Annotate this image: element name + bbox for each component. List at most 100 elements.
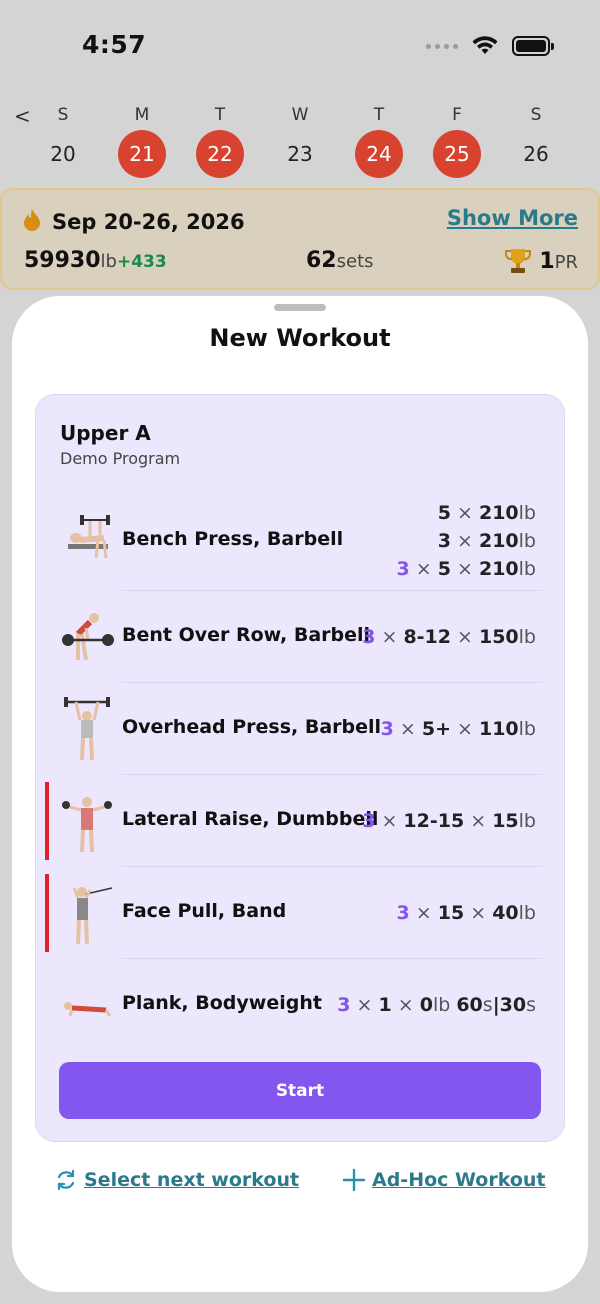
exercise-row[interactable]: Bench Press, Barbell 5 × 210lb 3 × 210lb 3 …	[36, 491, 566, 591]
day-3[interactable]: W 23	[270, 100, 330, 178]
rest-time: 30	[499, 994, 527, 1016]
ad-hoc-workout-link[interactable]: Ad-Hoc Workout	[342, 1168, 546, 1192]
day-letter: T	[214, 105, 226, 125]
set-weight: 210	[478, 502, 519, 524]
exercise-name: Bench Press, Barbell	[122, 528, 344, 550]
exercise-illustration-icon	[60, 788, 114, 854]
day-number: 25	[433, 130, 481, 178]
chevron-left-icon[interactable]: <	[14, 104, 31, 128]
ad-hoc-workout-label: Ad-Hoc Workout	[372, 1169, 546, 1191]
attention-flag-bar	[45, 874, 49, 952]
day-number: 23	[287, 142, 313, 166]
set-weight: 210	[478, 530, 519, 552]
set-count: 3	[380, 718, 394, 740]
exercise-name: Lateral Raise, Dumbbell	[122, 808, 379, 830]
set-weight: 40	[492, 902, 519, 924]
set-reps: 5+	[421, 718, 451, 740]
trophy-icon	[505, 249, 532, 273]
week-strip: < S 20 M 21 T 22 W 23 T 24 F 25 S 26	[0, 100, 600, 186]
new-workout-sheet: New Workout Upper A Demo Program Bench P…	[12, 296, 588, 1292]
cellular-signal-icon	[426, 43, 458, 49]
work-time-unit: s	[482, 994, 493, 1016]
set-line: 3 × 15 × 40lb	[396, 902, 536, 924]
set-weight: 15	[492, 810, 519, 832]
time-separator: |	[492, 994, 500, 1016]
start-button[interactable]: Start	[59, 1062, 541, 1119]
set-reps: 15	[437, 902, 465, 924]
pr-value: 1	[539, 248, 555, 274]
day-5[interactable]: F 25	[427, 100, 487, 178]
exercise-illustration-icon	[60, 604, 114, 670]
set-weight-unit: lb	[518, 558, 536, 580]
status-time: 4:57	[82, 30, 147, 59]
exercise-sets: 3 × 12-15 × 15lb	[362, 807, 536, 835]
exercise-name: Face Pull, Band	[122, 900, 287, 922]
day-letter: M	[134, 105, 150, 125]
day-2[interactable]: T 22	[190, 100, 250, 178]
day-letter: T	[373, 105, 385, 125]
select-next-workout-label: Select next workout	[84, 1169, 300, 1191]
set-weight-unit: lb	[518, 502, 536, 524]
plus-icon	[342, 1168, 366, 1192]
select-next-workout-link[interactable]: Select next workout	[54, 1168, 299, 1192]
set-weight-unit: lb	[518, 530, 536, 552]
show-more-link[interactable]: Show More	[447, 206, 578, 230]
day-letter: F	[452, 105, 462, 125]
sheet-grabber[interactable]	[274, 304, 326, 311]
day-1[interactable]: M 21	[112, 100, 172, 178]
exercise-sets: 3 × 5+ × 110lb	[381, 715, 536, 743]
day-0[interactable]: S 20	[33, 100, 93, 178]
set-weight-unit: lb	[518, 810, 536, 832]
set-line: 3 × 210lb	[437, 530, 536, 552]
day-4[interactable]: T 24	[349, 100, 409, 178]
sets-stat: 62sets	[306, 248, 374, 273]
workout-card[interactable]: Upper A Demo Program Bench Press, Barbel…	[35, 394, 565, 1142]
exercise-illustration-icon	[60, 696, 114, 762]
set-count: 3	[362, 810, 376, 832]
day-number: 24	[355, 130, 403, 178]
wifi-icon	[472, 36, 498, 54]
set-weight-unit: lb	[518, 902, 536, 924]
set-weight-unit: lb	[518, 718, 536, 740]
day-number: 26	[523, 142, 549, 166]
day-number: 20	[50, 142, 76, 166]
day-number: 22	[196, 130, 244, 178]
day-6[interactable]: S 26	[506, 100, 566, 178]
day-number: 21	[118, 130, 166, 178]
rest-time-unit: s	[526, 994, 536, 1016]
set-weight: 0	[419, 994, 433, 1016]
weekly-summary: Sep 20-26, 2026 Show More 59930lb+433 62…	[0, 188, 600, 290]
set-count: 3	[362, 626, 376, 648]
set-reps: 12-15	[403, 810, 465, 832]
exercise-name: Plank, Bodyweight	[122, 992, 322, 1014]
set-weight: 210	[478, 558, 519, 580]
set-reps: 5	[437, 558, 451, 580]
flame-icon	[24, 209, 40, 231]
status-icons	[426, 36, 554, 56]
set-count: 3	[396, 558, 410, 580]
exercise-row[interactable]: Overhead Press, Barbell 3 × 5+ × 110lb	[36, 683, 566, 775]
pr-unit: PR	[554, 251, 578, 273]
set-line: 3 × 8-12 × 150lb	[362, 626, 536, 648]
exercise-sets: 3 × 15 × 40lb	[397, 899, 536, 927]
workout-name: Upper A	[60, 421, 151, 445]
battery-icon	[512, 36, 554, 56]
set-reps: 1	[378, 994, 392, 1016]
day-letter: W	[291, 105, 309, 125]
attention-flag-bar	[45, 782, 49, 860]
refresh-icon	[57, 1169, 75, 1191]
exercise-row[interactable]: Plank, Bodyweight 3 × 1 × 0lb 60s|30s	[36, 959, 566, 1051]
set-weight: 110	[478, 718, 519, 740]
work-time: 60	[456, 994, 483, 1016]
exercise-illustration-icon	[60, 880, 114, 946]
set-weight-unit: lb	[518, 626, 536, 648]
day-letter: S	[57, 105, 69, 125]
exercise-row[interactable]: Face Pull, Band 3 × 15 × 40lb	[36, 867, 566, 959]
set-line: 3 × 5+ × 110lb	[380, 718, 536, 740]
exercise-row[interactable]: Bent Over Row, Barbell 3 × 8-12 × 150lb	[36, 591, 566, 683]
program-name: Demo Program	[60, 449, 181, 468]
exercise-illustration-icon	[60, 972, 114, 1038]
volume-stat: 59930lb+433	[24, 248, 167, 273]
exercise-row[interactable]: Lateral Raise, Dumbbell 3 × 12-15 × 15lb	[36, 775, 566, 867]
exercise-sets: 3 × 8-12 × 150lb	[362, 623, 536, 651]
